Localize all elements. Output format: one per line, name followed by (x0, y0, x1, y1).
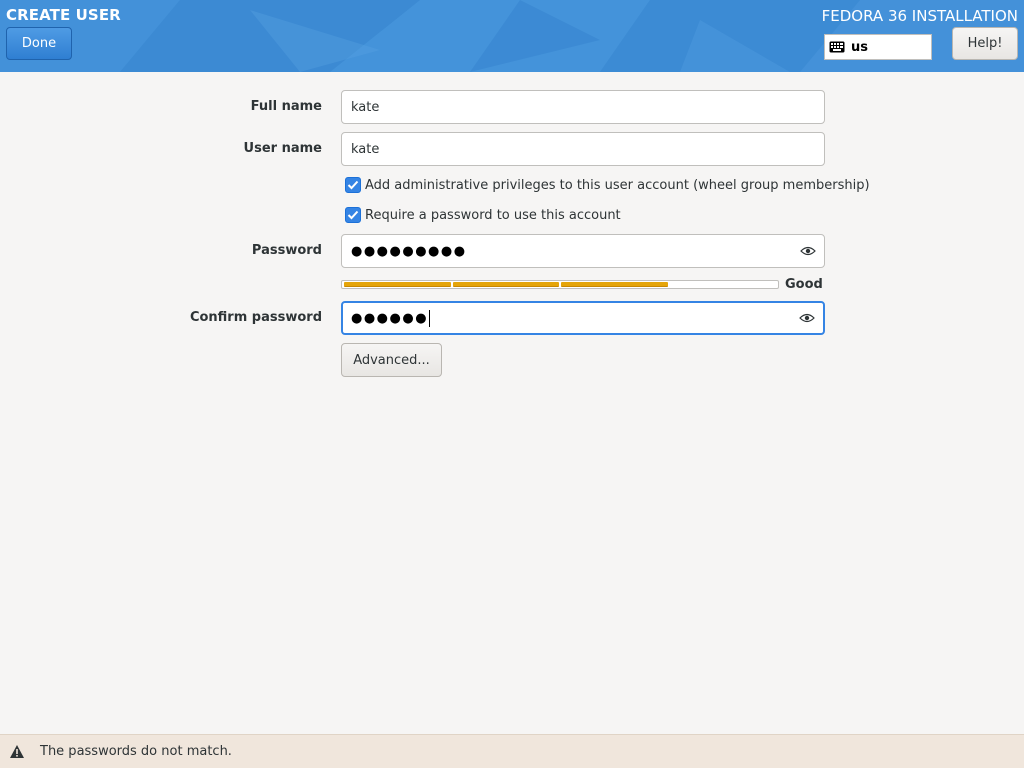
strength-segment (344, 282, 451, 287)
admin-privileges-checkbox[interactable] (345, 177, 361, 193)
full-name-label: Full name (250, 99, 322, 114)
text-cursor (429, 309, 431, 327)
eye-icon[interactable] (800, 246, 816, 256)
admin-privileges-label: Add administrative privileges to this us… (365, 177, 870, 193)
checkmark-icon (347, 210, 359, 220)
status-bar: The passwords do not match. (0, 734, 1024, 768)
require-password-checkbox-row[interactable]: Require a password to use this account (345, 207, 621, 223)
user-name-input[interactable]: kate (341, 132, 825, 166)
full-name-input[interactable]: kate (341, 90, 825, 124)
password-label: Password (251, 243, 322, 258)
user-name-label: User name (243, 141, 322, 156)
full-name-value: kate (351, 99, 380, 115)
password-input[interactable]: ●●●●●●●●● (341, 234, 825, 268)
eye-icon[interactable] (799, 313, 815, 323)
spoke-title: CREATE USER (6, 6, 121, 24)
done-button[interactable]: Done (6, 27, 72, 60)
status-message: The passwords do not match. (40, 744, 232, 759)
warning-icon (10, 745, 24, 758)
password-value: ●●●●●●●●● (351, 243, 467, 259)
help-button[interactable]: Help! (952, 27, 1018, 60)
product-title: FEDORA 36 INSTALLATION (821, 7, 1018, 25)
checkmark-icon (347, 180, 359, 190)
advanced-button[interactable]: Advanced... (341, 343, 442, 377)
password-strength-bar (341, 280, 779, 289)
strength-segment (561, 282, 668, 287)
confirm-password-label: Confirm password (189, 310, 322, 325)
keyboard-layout-indicator[interactable]: us (824, 34, 932, 60)
confirm-password-value: ●●●●●● (351, 310, 429, 326)
keyboard-layout-label: us (851, 39, 868, 55)
confirm-password-input[interactable]: ●●●●●● (341, 301, 825, 335)
require-password-label: Require a password to use this account (365, 207, 621, 223)
header-bar: CREATE USER Done FEDORA 36 INSTALLATION … (0, 0, 1024, 72)
password-strength-label: Good (785, 277, 823, 292)
strength-segment (669, 282, 776, 287)
require-password-checkbox[interactable] (345, 207, 361, 223)
strength-segment (452, 282, 559, 287)
keyboard-icon (829, 41, 845, 53)
user-name-value: kate (351, 141, 380, 157)
admin-privileges-checkbox-row[interactable]: Add administrative privileges to this us… (345, 177, 870, 193)
